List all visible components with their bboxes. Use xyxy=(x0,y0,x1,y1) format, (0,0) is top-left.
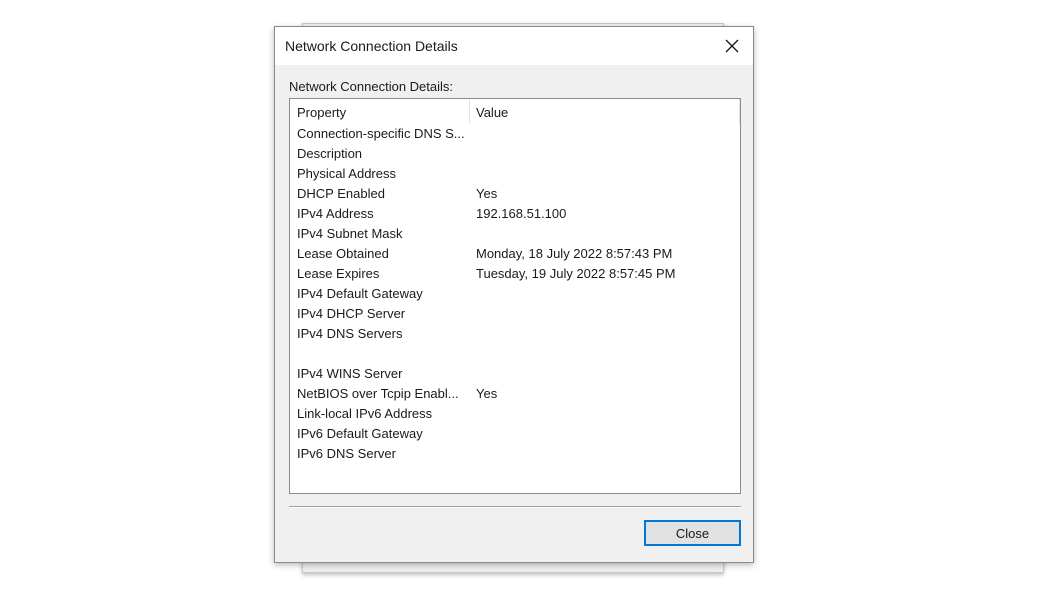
title-close-button[interactable] xyxy=(717,31,747,61)
column-header-property[interactable]: Property xyxy=(297,105,346,120)
list-row[interactable] xyxy=(290,344,740,364)
list-row[interactable]: DHCP Enabled Yes xyxy=(290,184,740,204)
property-cell: Connection-specific DNS S... xyxy=(297,126,465,141)
details-group-label: Network Connection Details: xyxy=(289,79,454,94)
list-row[interactable]: IPv4 DHCP Server xyxy=(290,304,740,324)
property-cell: IPv4 WINS Server xyxy=(297,366,403,381)
details-list-view[interactable]: Property Value Connection-specific DNS S… xyxy=(289,98,741,494)
close-icon xyxy=(717,31,747,61)
column-divider[interactable] xyxy=(739,99,740,124)
property-cell: Physical Address xyxy=(297,166,396,181)
list-row[interactable]: IPv6 DNS Server xyxy=(290,444,740,464)
list-row[interactable]: IPv6 Default Gateway xyxy=(290,424,740,444)
list-row[interactable]: IPv4 WINS Server xyxy=(290,364,740,384)
list-row[interactable]: Lease Obtained Monday, 18 July 2022 8:57:… xyxy=(290,244,740,264)
property-cell: Link-local IPv6 Address xyxy=(297,406,433,421)
list-row[interactable]: Connection-specific DNS S... xyxy=(290,124,740,144)
separator-line xyxy=(289,506,741,508)
list-row[interactable]: NetBIOS over Tcpip Enabl... Yes xyxy=(290,384,740,404)
value-cell: Monday, 18 July 2022 8:57:43 PM xyxy=(476,246,673,261)
list-row[interactable]: Physical Address xyxy=(290,164,740,184)
value-cell: 192.168.51.100 xyxy=(476,206,567,221)
property-cell: Lease Expires xyxy=(297,266,380,281)
column-divider[interactable] xyxy=(469,99,470,124)
close-button[interactable]: Close xyxy=(644,520,741,546)
list-header: Property Value xyxy=(290,99,740,125)
property-cell: IPv6 DNS Server xyxy=(297,446,396,461)
title-bar: Network Connection Details xyxy=(275,27,753,65)
property-cell: IPv6 Default Gateway xyxy=(297,426,423,441)
list-rows: Connection-specific DNS S... Description P… xyxy=(290,124,740,464)
list-row[interactable]: Description xyxy=(290,144,740,164)
property-cell: IPv4 Subnet Mask xyxy=(297,226,403,241)
value-cell: Yes xyxy=(476,386,498,401)
property-cell: IPv4 Default Gateway xyxy=(297,286,423,301)
property-cell: Lease Obtained xyxy=(297,246,389,261)
list-row[interactable]: IPv4 DNS Servers xyxy=(290,324,740,344)
list-row[interactable]: IPv4 Subnet Mask xyxy=(290,224,740,244)
column-header-value[interactable]: Value xyxy=(476,105,508,120)
value-cell: Tuesday, 19 July 2022 8:57:45 PM xyxy=(476,266,676,281)
window-title: Network Connection Details xyxy=(285,38,458,54)
value-cell: Yes xyxy=(476,186,498,201)
property-cell: IPv4 DHCP Server xyxy=(297,306,406,321)
list-row[interactable]: IPv4 Default Gateway xyxy=(290,284,740,304)
property-cell: IPv4 DNS Servers xyxy=(297,326,403,341)
network-connection-details-dialog: Network Connection Details Network Conne… xyxy=(274,26,754,563)
property-cell: NetBIOS over Tcpip Enabl... xyxy=(297,386,459,401)
property-cell: Description xyxy=(297,146,363,161)
property-cell: IPv4 Address xyxy=(297,206,374,221)
list-row[interactable]: Lease Expires Tuesday, 19 July 2022 8:57:… xyxy=(290,264,740,284)
list-row[interactable]: Link-local IPv6 Address xyxy=(290,404,740,424)
property-cell: DHCP Enabled xyxy=(297,186,385,201)
list-row[interactable]: IPv4 Address 192.168.51.100 xyxy=(290,204,740,224)
